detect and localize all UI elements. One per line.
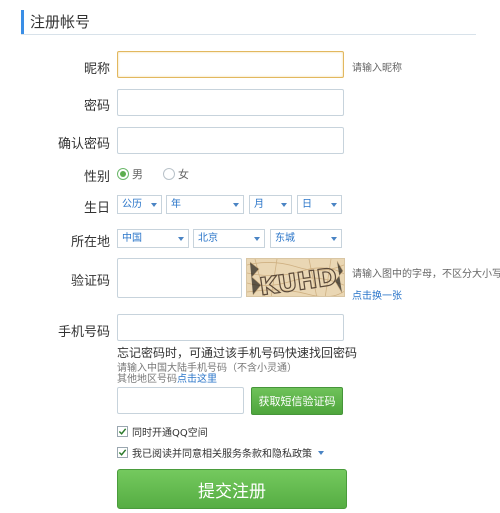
chevron-down-icon	[331, 237, 337, 241]
gender-female-label: 女	[178, 168, 189, 181]
captcha-label: 验证码	[70, 274, 110, 289]
captcha-picture: KUHD	[247, 259, 344, 296]
agree-terms-checkbox[interactable]: 我已阅读并同意相关服务条款和隐私政策	[117, 445, 324, 460]
chevron-down-icon	[281, 203, 287, 207]
checkmark-icon	[117, 426, 128, 437]
chevron-down-icon	[178, 237, 184, 241]
chevron-down-icon[interactable]	[318, 450, 324, 455]
birth-day-value: 日	[302, 199, 312, 210]
birth-year-value: 年	[171, 199, 181, 210]
radio-checked-icon	[117, 168, 129, 180]
captcha-refresh-link[interactable]: 点击换一张	[352, 287, 402, 302]
password-label: 密码	[83, 99, 110, 114]
country-select[interactable]: 中国	[117, 229, 189, 248]
gender-male-label: 男	[132, 168, 143, 181]
chevron-down-icon	[233, 203, 239, 207]
captcha-hint: 请输入图中的字母，不区分大小写	[352, 269, 500, 280]
birth-year-select[interactable]: 年	[166, 195, 244, 214]
page-title: 注册帐号	[30, 13, 91, 31]
header-divider	[21, 34, 476, 35]
chevron-down-icon	[151, 203, 157, 207]
gender-male-radio[interactable]: 男	[117, 166, 143, 182]
confirm-password-label: 确认密码	[57, 137, 110, 152]
chevron-down-icon	[254, 237, 260, 241]
agree-terms-label: 我已阅读并同意相关服务条款和隐私政策	[132, 449, 312, 460]
nickname-hint: 请输入昵称	[352, 63, 402, 74]
radio-unchecked-icon	[163, 168, 175, 180]
captcha-input[interactable]	[117, 258, 242, 298]
province-select[interactable]: 北京	[193, 229, 265, 248]
gender-label: 性别	[83, 170, 110, 185]
phone-note-other-region: 其他地区号码点击这里	[117, 370, 217, 385]
page-header: 注册帐号	[21, 10, 90, 34]
province-value: 北京	[198, 233, 218, 244]
location-label: 所在地	[70, 235, 110, 250]
nickname-input[interactable]	[117, 51, 344, 78]
phone-note-other-prefix: 其他地区号码	[117, 374, 177, 385]
nickname-label: 昵称	[83, 62, 110, 77]
qzone-label: 同时开通QQ空间	[132, 428, 208, 439]
district-select[interactable]: 东城	[270, 229, 342, 248]
checkmark-icon	[117, 447, 128, 458]
submit-registration-button[interactable]: 提交注册	[117, 469, 347, 509]
password-input[interactable]	[117, 89, 344, 116]
phone-input[interactable]	[117, 314, 344, 341]
qzone-checkbox[interactable]: 同时开通QQ空间	[117, 424, 208, 439]
country-value: 中国	[122, 233, 142, 244]
calendar-type-select[interactable]: 公历	[117, 195, 162, 214]
get-sms-code-button[interactable]: 获取短信验证码	[251, 387, 343, 415]
sms-code-input[interactable]	[117, 387, 244, 414]
confirm-password-input[interactable]	[117, 127, 344, 154]
captcha-image[interactable]: KUHD	[246, 258, 345, 297]
calendar-type-value: 公历	[122, 199, 142, 210]
gender-female-radio[interactable]: 女	[163, 166, 189, 182]
phone-label: 手机号码	[57, 325, 110, 340]
district-value: 东城	[275, 233, 295, 244]
birthday-label: 生日	[83, 201, 110, 216]
birth-day-select[interactable]: 日	[297, 195, 342, 214]
birth-month-value: 月	[254, 199, 264, 210]
other-region-link[interactable]: 点击这里	[177, 374, 217, 385]
birth-month-select[interactable]: 月	[249, 195, 292, 214]
chevron-down-icon	[331, 203, 337, 207]
